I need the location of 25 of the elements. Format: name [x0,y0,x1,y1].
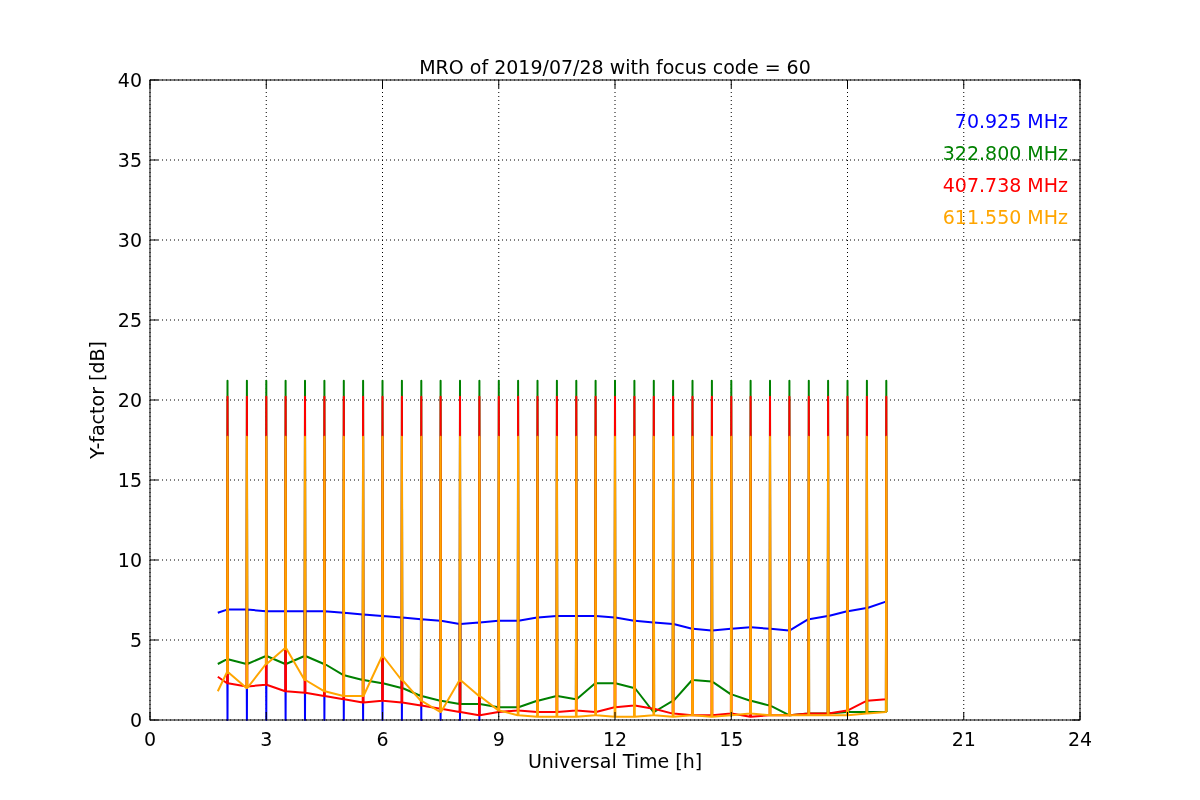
tick-label: 24 [1067,728,1093,750]
tick-label: 40 [117,69,142,91]
tick-label: 18 [835,728,860,750]
tick-label: 35 [117,149,142,171]
x-axis-label: Universal Time [h] [527,750,703,772]
legend-label: 407.738 MHz [942,174,1068,196]
legend-label: 70.925 MHz [954,110,1068,132]
tick-label: 0 [129,709,142,731]
tick-label: 0 [143,728,157,750]
tick-label: 9 [492,728,505,750]
legend-label: 611.550 MHz [942,206,1068,228]
y-axis-label: Y-factor [dB] [86,341,108,459]
tick-label: 15 [117,469,142,491]
tick-label: 5 [129,629,142,651]
tick-label: 25 [117,309,142,331]
tick-label: 3 [260,728,273,750]
tick-label: 12 [602,728,628,750]
chart-title: MRO of 2019/07/28 with focus code = 60 [419,56,811,78]
legend-label: 322.800 MHz [942,142,1068,164]
tick-label: 21 [951,728,976,750]
tick-label: 30 [117,229,142,251]
tick-label: 20 [117,389,142,411]
tick-label: 10 [117,549,142,571]
tick-label: 15 [719,728,744,750]
tick-label: 6 [376,728,389,750]
